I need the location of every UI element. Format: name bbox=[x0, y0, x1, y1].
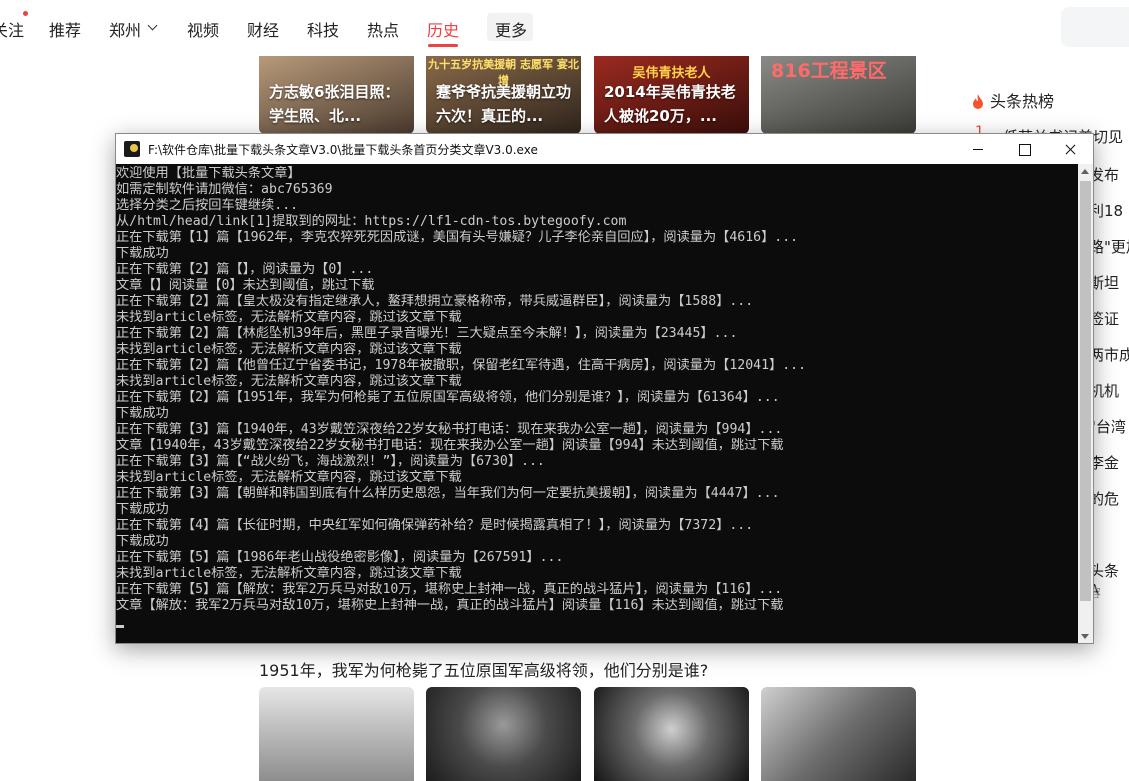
nav-item-history[interactable]: 历史 bbox=[427, 17, 459, 41]
nav-item-hot[interactable]: 热点 bbox=[367, 17, 399, 41]
console-line: 下载成功 bbox=[116, 246, 169, 261]
hot-list-label: 头条热榜 bbox=[990, 92, 1055, 111]
console-line: 文章【解放：我军2万兵马对敌10万，堪称史上封神一战，真正的战斗猛片】阅读量【1… bbox=[116, 598, 784, 613]
thumb-overlay-text: 816工程景区 bbox=[771, 60, 887, 82]
article-image-2[interactable] bbox=[426, 687, 581, 781]
console-window: F:\软件仓库\批量下载头条文章V3.0\批量下载头条首页分类文章V3.0.ex… bbox=[115, 133, 1094, 644]
text-cursor bbox=[116, 625, 124, 628]
console-line: 正在下载第【2】篇【林彪坠机39年后，黑匣子录音曝光！三大疑点至今未解！】，阅读… bbox=[116, 326, 738, 341]
console-line: 如需定制软件请加微信：abc765369 bbox=[116, 182, 333, 197]
console-line: 未找到article标签，无法解析文章内容，跳过该文章下载 bbox=[116, 470, 462, 485]
nav-item-tech[interactable]: 科技 bbox=[307, 17, 339, 41]
notification-dot bbox=[23, 11, 28, 16]
console-line: 未找到article标签，无法解析文章内容，跳过该文章下载 bbox=[116, 374, 462, 389]
thumb-caption: 蹇爷爷抗美援朝立功六次！真正的... bbox=[436, 83, 572, 125]
console-line: 正在下载第【3】篇【1940年，43岁戴笠深夜给22岁女秘书打电话：现在来我办公… bbox=[116, 422, 783, 437]
thumb-card-2[interactable]: 九十五岁抗美援朝 志愿军 宴北增 蹇爷爷抗美援朝立功六次！真正的... bbox=[426, 56, 581, 134]
article-image-3[interactable] bbox=[594, 687, 749, 781]
minimize-button[interactable] bbox=[955, 134, 1001, 164]
console-line: 正在下载第【1】篇【1962年，李克农猝死死因成谜，美国有头号嫌疑？儿子李伦亲自… bbox=[116, 230, 799, 245]
console-line: 正在下载第【5】篇【解放：我军2万兵马对敌10万，堪称史上封神一战，真正的战斗猛… bbox=[116, 582, 783, 597]
article-title[interactable]: 1951年，我军为何枪毙了五位原国军高级将领，他们分别是谁? bbox=[259, 657, 708, 681]
scroll-down-icon[interactable] bbox=[1081, 634, 1089, 639]
console-line: 正在下载第【2】篇【1951年，我军为何枪毙了五位原国军高级将领，他们分别是谁？… bbox=[116, 390, 780, 405]
console-line: 正在下载第【2】篇【他曾任辽宁省委书记，1978年被撤职，保留老红军待遇，住高干… bbox=[116, 358, 807, 373]
console-line: 下载成功 bbox=[116, 502, 169, 517]
nav-item-city[interactable]: 郑州 bbox=[109, 17, 141, 41]
hot-item[interactable]: 路"更加 bbox=[1089, 236, 1129, 257]
article-image-4[interactable] bbox=[761, 687, 916, 781]
nav-item-recommend[interactable]: 推荐 bbox=[49, 17, 81, 41]
window-titlebar[interactable]: F:\软件仓库\批量下载头条文章V3.0\批量下载头条首页分类文章V3.0.ex… bbox=[116, 134, 1093, 164]
console-line: 选择分类之后按回车键继续... bbox=[116, 198, 299, 213]
active-tab-indicator bbox=[428, 44, 458, 47]
flame-icon bbox=[973, 94, 983, 109]
hot-item[interactable]: "台湾 bbox=[1089, 416, 1126, 437]
hot-item[interactable]: 利18 bbox=[1089, 200, 1123, 221]
top-nav: 关注 推荐 郑州 视频 财经 科技 热点 历史 更多 bbox=[0, 0, 1129, 56]
nav-item-video[interactable]: 视频 bbox=[187, 17, 219, 41]
article-image-1[interactable] bbox=[259, 687, 414, 781]
console-line: 下载成功 bbox=[116, 534, 169, 549]
console-line: 正在下载第【3】篇【朝鲜和韩国到底有什么样历史恩怨，当年我们为何一定要抗美援朝】… bbox=[116, 486, 780, 501]
vertical-scrollbar[interactable] bbox=[1078, 164, 1093, 643]
chevron-down-icon[interactable] bbox=[147, 20, 158, 31]
close-button[interactable] bbox=[1047, 134, 1093, 164]
thumb-overlay-text: 吴伟青扶老人 bbox=[632, 66, 711, 81]
console-line: 正在下载第【3】篇【“战火纷飞，海战激烈！”】，阅读量为【6730】... bbox=[116, 454, 545, 469]
console-line: 未找到article标签，无法解析文章内容，跳过该文章下载 bbox=[116, 566, 462, 581]
scroll-up-icon[interactable] bbox=[1081, 169, 1089, 174]
app-icon bbox=[124, 141, 140, 157]
hot-list-title[interactable]: 头条热榜 bbox=[972, 88, 1054, 112]
scrollbar-thumb[interactable] bbox=[1080, 181, 1091, 601]
hot-item[interactable]: 两市成 bbox=[1089, 344, 1129, 365]
console-line: 未找到article标签，无法解析文章内容，跳过该文章下载 bbox=[116, 310, 462, 325]
console-line: 文章【1940年，43岁戴笠深夜给22岁女秘书打电话：现在来我办公室一趟】阅读量… bbox=[116, 438, 784, 453]
nav-item-finance[interactable]: 财经 bbox=[247, 17, 279, 41]
thumb-card-1[interactable]: 方志敏6张泪目照：学生照、北... bbox=[259, 56, 414, 134]
thumb-caption: 2014年吴伟青扶老人被讹20万，... bbox=[604, 83, 736, 125]
console-line: 未找到article标签，无法解析文章内容，跳过该文章下载 bbox=[116, 342, 462, 357]
console-line: 正在下载第【5】篇【1986年老山战役绝密影像】，阅读量为【267591】... bbox=[116, 550, 564, 565]
search-input[interactable] bbox=[1061, 7, 1129, 47]
console-line: 欢迎使用【批量下载头条文章】 bbox=[116, 166, 301, 181]
thumb-card-3[interactable]: 吴伟青扶老人 2014年吴伟青扶老人被讹20万，... bbox=[594, 56, 749, 134]
window-title: F:\软件仓库\批量下载头条文章V3.0\批量下载头条首页分类文章V3.0.ex… bbox=[148, 143, 538, 157]
thumb-card-4[interactable]: 816工程景区 bbox=[761, 56, 916, 134]
console-line: 正在下载第【2】篇【】，阅读量为【0】... bbox=[116, 262, 374, 277]
nav-item-more[interactable]: 更多 bbox=[495, 17, 527, 41]
nav-item-follow[interactable]: 关注 bbox=[0, 17, 24, 41]
console-line: 正在下载第【2】篇【皇太极没有指定继承人，鳌拜想拥立豪格称帝，带兵威逼群臣】，阅… bbox=[116, 294, 754, 309]
thumb-caption: 方志敏6张泪目照：学生照、北... bbox=[269, 83, 400, 125]
console-line: 下载成功 bbox=[116, 406, 169, 421]
console-line: 从/html/head/link[1]提取到的网址：https://lf1-cd… bbox=[116, 214, 627, 229]
console-line: 文章【】阅读量【0】未达到阈值，跳过下载 bbox=[116, 278, 375, 293]
console-output[interactable]: 欢迎使用【批量下载头条文章】 如需定制软件请加微信：abc765369 选择分类… bbox=[116, 164, 1076, 643]
console-line: 正在下载第【4】篇【长征时期，中央红军如何确保弹药补给？是时候揭露真相了！】，阅… bbox=[116, 518, 754, 533]
maximize-button[interactable] bbox=[1001, 134, 1047, 164]
